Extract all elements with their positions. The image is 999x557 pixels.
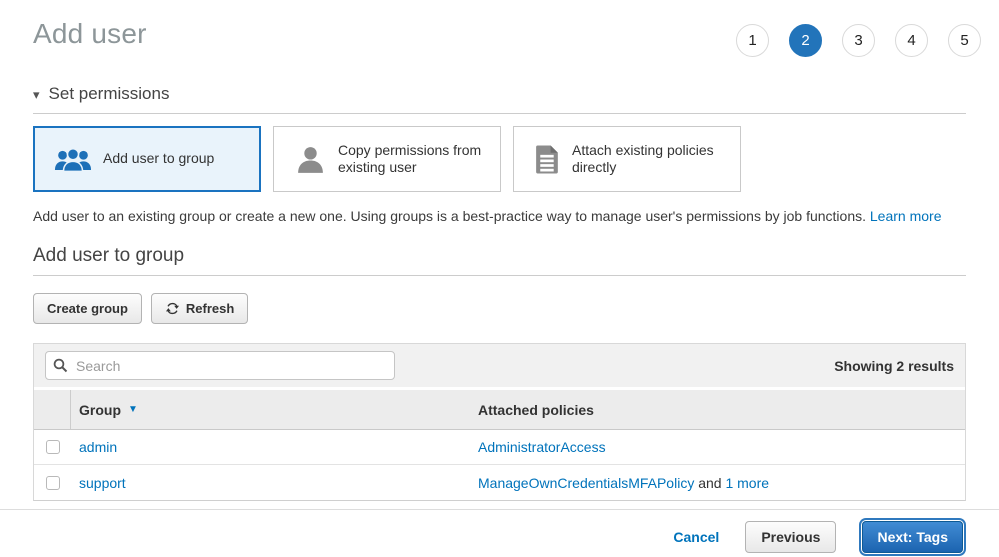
create-group-button[interactable]: Create group [33,293,142,324]
option-attach-policies[interactable]: Attach existing policies directly [513,126,741,192]
policy-joiner-text: and [694,475,725,491]
groups-table: Showing 2 results Group ▼ Attached polic… [33,343,966,501]
refresh-icon [165,301,180,316]
option-copy-permissions[interactable]: Copy permissions from existing user [273,126,501,192]
section-description: Add user to an existing group or create … [33,208,966,224]
single-user-icon [294,143,327,176]
step-indicator: 1 2 3 4 5 [736,24,981,57]
option-label: Add user to group [103,150,214,168]
header-checkbox-cell [34,390,71,429]
option-label: Attach existing policies directly [572,142,728,177]
wizard-footer: Cancel Previous Next: Tags [0,509,999,557]
refresh-button[interactable]: Refresh [151,293,248,324]
group-link[interactable]: admin [79,439,117,455]
section-title: Set permissions [49,84,170,104]
more-policies-link[interactable]: 1 more [725,475,769,491]
next-tags-button[interactable]: Next: Tags [862,521,963,553]
learn-more-link[interactable]: Learn more [870,208,942,224]
refresh-label: Refresh [186,301,234,316]
table-row: admin AdministratorAccess [34,430,965,465]
column-header-attached-policies: Attached policies [468,402,965,418]
collapse-caret-icon: ▾ [33,88,40,101]
sort-desc-icon: ▼ [128,404,138,415]
users-group-icon [54,145,92,174]
column-header-group[interactable]: Group ▼ [71,402,468,418]
group-actions: Create group Refresh [33,293,966,324]
step-3: 3 [842,24,875,57]
description-text: Add user to an existing group or create … [33,208,866,224]
cancel-link[interactable]: Cancel [673,529,719,545]
page-title: Add user [33,18,147,50]
permission-option-cards: Add user to group Copy permissions from … [33,126,966,192]
search-icon [53,358,68,378]
row-checkbox[interactable] [46,440,60,454]
divider [33,275,966,276]
table-header-row: Group ▼ Attached policies [34,390,965,430]
page-header: Add user 1 2 3 4 5 [0,0,999,57]
add-user-to-group-heading: Add user to group [33,245,966,267]
policy-document-icon [534,144,561,175]
option-label: Copy permissions from existing user [338,142,488,177]
option-add-user-to-group[interactable]: Add user to group [33,126,261,192]
results-count: Showing 2 results [834,358,954,374]
row-checkbox[interactable] [46,476,60,490]
search-box [45,351,395,380]
policy-link[interactable]: AdministratorAccess [478,439,606,455]
table-row: support ManageOwnCredentialsMFAPolicy an… [34,465,965,500]
step-2-active: 2 [789,24,822,57]
set-permissions-section-header[interactable]: ▾ Set permissions [33,84,966,104]
previous-button[interactable]: Previous [745,521,836,553]
step-1: 1 [736,24,769,57]
search-input[interactable] [45,351,395,380]
divider [33,113,966,114]
table-toolbar: Showing 2 results [34,344,965,390]
policy-link[interactable]: ManageOwnCredentialsMFAPolicy [478,475,694,491]
step-4: 4 [895,24,928,57]
group-link[interactable]: support [79,475,126,491]
step-5: 5 [948,24,981,57]
